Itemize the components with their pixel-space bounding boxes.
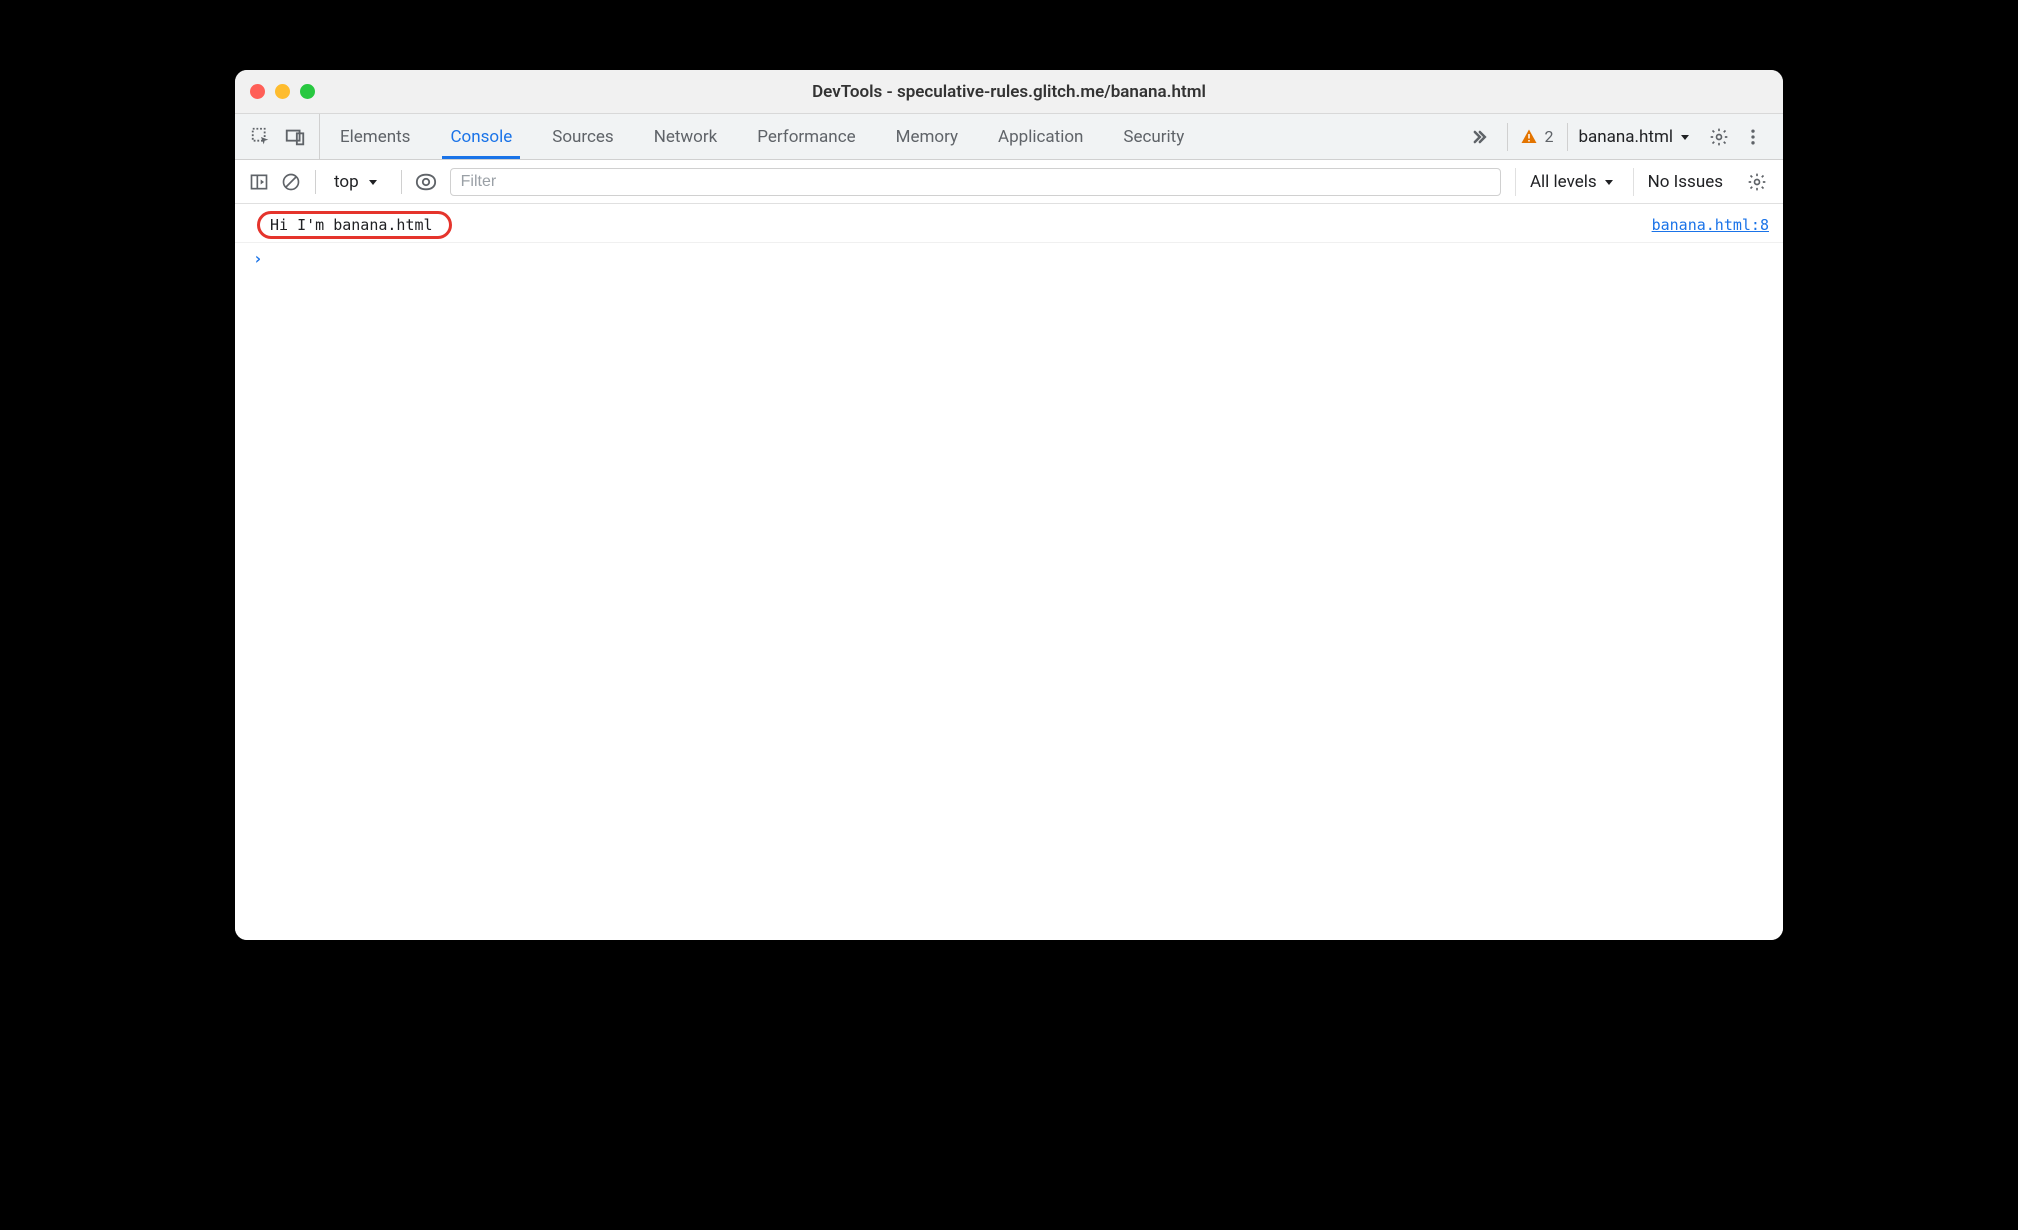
live-expression-button[interactable]: [412, 168, 440, 196]
chevron-right-icon: ›: [253, 249, 263, 268]
tab-application[interactable]: Application: [978, 114, 1103, 159]
tab-network[interactable]: Network: [634, 114, 738, 159]
window-title: DevTools - speculative-rules.glitch.me/b…: [812, 82, 1206, 102]
toggle-sidebar-button[interactable]: [245, 168, 273, 196]
devtools-window: DevTools - speculative-rules.glitch.me/b…: [235, 70, 1783, 940]
more-options-button[interactable]: [1737, 121, 1769, 153]
tabbar-right: 2 banana.html: [1459, 114, 1773, 159]
console-output: Hi I'm banana.html banana.html:8 ›: [235, 204, 1783, 940]
warning-count: 2: [1544, 127, 1553, 146]
target-dropdown[interactable]: banana.html: [1567, 123, 1701, 151]
issues-label[interactable]: No Issues: [1633, 168, 1737, 196]
settings-button[interactable]: [1703, 121, 1735, 153]
clear-console-button[interactable]: [277, 168, 305, 196]
gear-icon: [1747, 172, 1767, 192]
tab-elements[interactable]: Elements: [320, 114, 430, 159]
console-toolbar: top All levels No Issues: [235, 160, 1783, 204]
chevron-down-icon: [1603, 176, 1615, 188]
filter-input[interactable]: [450, 168, 1501, 196]
chevron-down-icon: [1679, 131, 1691, 143]
tab-sources[interactable]: Sources: [532, 114, 633, 159]
tab-security[interactable]: Security: [1103, 114, 1204, 159]
tab-console[interactable]: Console: [430, 114, 532, 159]
console-settings-button[interactable]: [1741, 166, 1773, 198]
titlebar: DevTools - speculative-rules.glitch.me/b…: [235, 70, 1783, 114]
chevron-down-icon: [367, 176, 379, 188]
traffic-lights: [250, 84, 315, 99]
divider: [401, 170, 402, 194]
more-tabs-button[interactable]: [1459, 127, 1499, 147]
devtools-tabbar: Elements Console Sources Network Perform…: [235, 114, 1783, 160]
gear-icon: [1709, 127, 1729, 147]
minimize-window-button[interactable]: [275, 84, 290, 99]
inspect-element-icon[interactable]: [247, 123, 275, 151]
close-window-button[interactable]: [250, 84, 265, 99]
tab-memory[interactable]: Memory: [876, 114, 978, 159]
target-label: banana.html: [1578, 127, 1673, 147]
execution-context-dropdown[interactable]: top: [326, 172, 391, 192]
console-message-text: Hi I'm banana.html: [257, 211, 452, 239]
tab-performance[interactable]: Performance: [737, 114, 875, 159]
execution-context-label: top: [334, 172, 359, 192]
maximize-window-button[interactable]: [300, 84, 315, 99]
log-levels-dropdown[interactable]: All levels: [1515, 168, 1629, 196]
divider: [315, 170, 316, 194]
tab-list: Elements Console Sources Network Perform…: [320, 114, 1204, 159]
warning-icon: [1520, 128, 1538, 146]
warnings-badge[interactable]: 2: [1507, 123, 1565, 151]
device-toolbar-icon[interactable]: [281, 123, 309, 151]
levels-label: All levels: [1530, 172, 1597, 192]
kebab-icon: [1743, 127, 1763, 147]
tabbar-left-icons: [241, 114, 320, 159]
console-message-row[interactable]: Hi I'm banana.html banana.html:8: [235, 208, 1783, 243]
source-link[interactable]: banana.html:8: [1652, 216, 1769, 234]
console-prompt[interactable]: ›: [235, 243, 1783, 274]
